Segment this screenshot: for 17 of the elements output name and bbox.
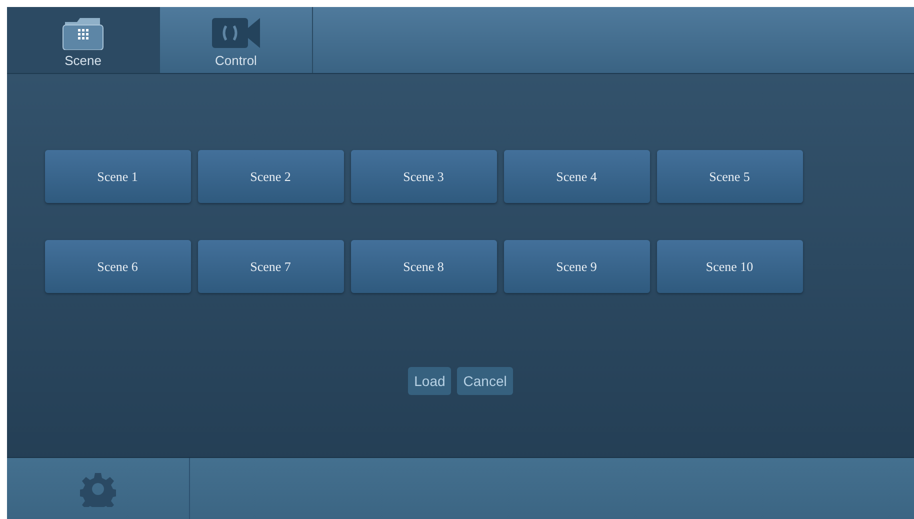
scene-button[interactable]: Scene 2	[198, 150, 344, 203]
settings-icon[interactable]	[80, 470, 116, 506]
scene-button[interactable]: Scene 8	[350, 240, 496, 293]
scene-button[interactable]: Scene 4	[504, 150, 650, 203]
scene-button[interactable]: Scene 5	[656, 150, 802, 203]
video-camera-icon	[211, 16, 261, 50]
action-button[interactable]: Load	[408, 367, 452, 395]
scene-button[interactable]: Scene 10	[656, 240, 802, 293]
tab[interactable]: Scene	[7, 7, 160, 73]
folder-icon	[62, 16, 104, 50]
scene-button[interactable]: Scene 6	[44, 240, 190, 293]
scene-button[interactable]: Scene 1	[44, 150, 190, 203]
action-button[interactable]: Cancel	[457, 367, 513, 395]
scene-button[interactable]: Scene 9	[504, 240, 650, 293]
scene-button[interactable]: Scene 3	[350, 150, 496, 203]
tab[interactable]: Control	[160, 7, 313, 73]
scene-button[interactable]: Scene 7	[198, 240, 344, 293]
